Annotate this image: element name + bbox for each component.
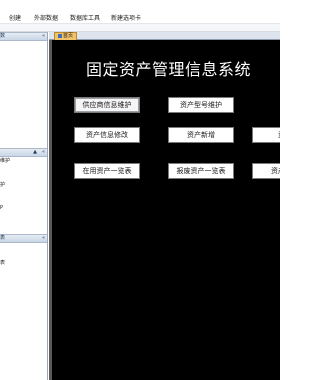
ribbon-tab-database-tools[interactable]: 数据库工具 [70,13,100,22]
collapse-icon[interactable]: « [42,235,45,242]
ribbon-tab-new-tab[interactable]: 新建选项卡 [111,13,141,22]
asset-partial-button[interactable]: 资产 [252,127,280,143]
nav-group-label: 数 [0,33,6,39]
asset-add-button[interactable]: 资产新增 [168,127,234,143]
asset-info-edit-button[interactable]: 资产信息修改 [74,127,140,143]
scrapped-assets-list-button[interactable]: 报废资产一览表 [168,163,234,179]
nav-group-header-1[interactable]: 数 « [0,32,47,41]
navigation-pane: 数 « ▲ « 维护 护 P 表 « 表 [0,32,48,380]
form-icon [58,33,62,38]
supplier-maintenance-button[interactable]: 供应商信息维护 [74,97,140,113]
nav-group-header-3[interactable]: 表 « [0,234,47,243]
tab-home[interactable]: 首页 [54,32,78,40]
nav-item-protect[interactable]: 护 [0,181,5,188]
asset-model-maintenance-button[interactable]: 资产型号维护 [168,97,234,113]
ribbon-tab-create[interactable]: 创建 [9,13,21,22]
main-form: 固定资产管理信息系统 供应商信息维护 资产型号维护 资产信息修改 资产新增 资产… [52,40,280,380]
document-tab-bar: 首页 [49,32,280,40]
collapse-icon[interactable]: « [42,33,45,40]
nav-item-p[interactable]: P [0,205,3,211]
nav-item-table[interactable]: 表 [0,259,5,266]
form-title: 固定资产管理信息系统 [86,60,252,79]
nav-group-header-2[interactable]: ▲ « [0,148,47,157]
chevron-up-icon[interactable]: ▲ [33,149,37,156]
nav-item-maintenance[interactable]: 维护 [0,157,10,164]
ribbon-tab-bar: 创建 外部数据 数据库工具 新建选项卡 [0,0,280,24]
collapse-icon[interactable]: « [42,149,45,156]
asset-purchase-button[interactable]: 资产采购 [252,163,280,179]
ribbon-tab-external-data[interactable]: 外部数据 [34,13,58,22]
ribbon-collapsed-strip [0,24,280,32]
tab-home-label: 首页 [63,33,74,39]
nav-group-label: 表 [0,235,6,241]
assets-in-use-list-button[interactable]: 在用资产一览表 [74,163,140,179]
